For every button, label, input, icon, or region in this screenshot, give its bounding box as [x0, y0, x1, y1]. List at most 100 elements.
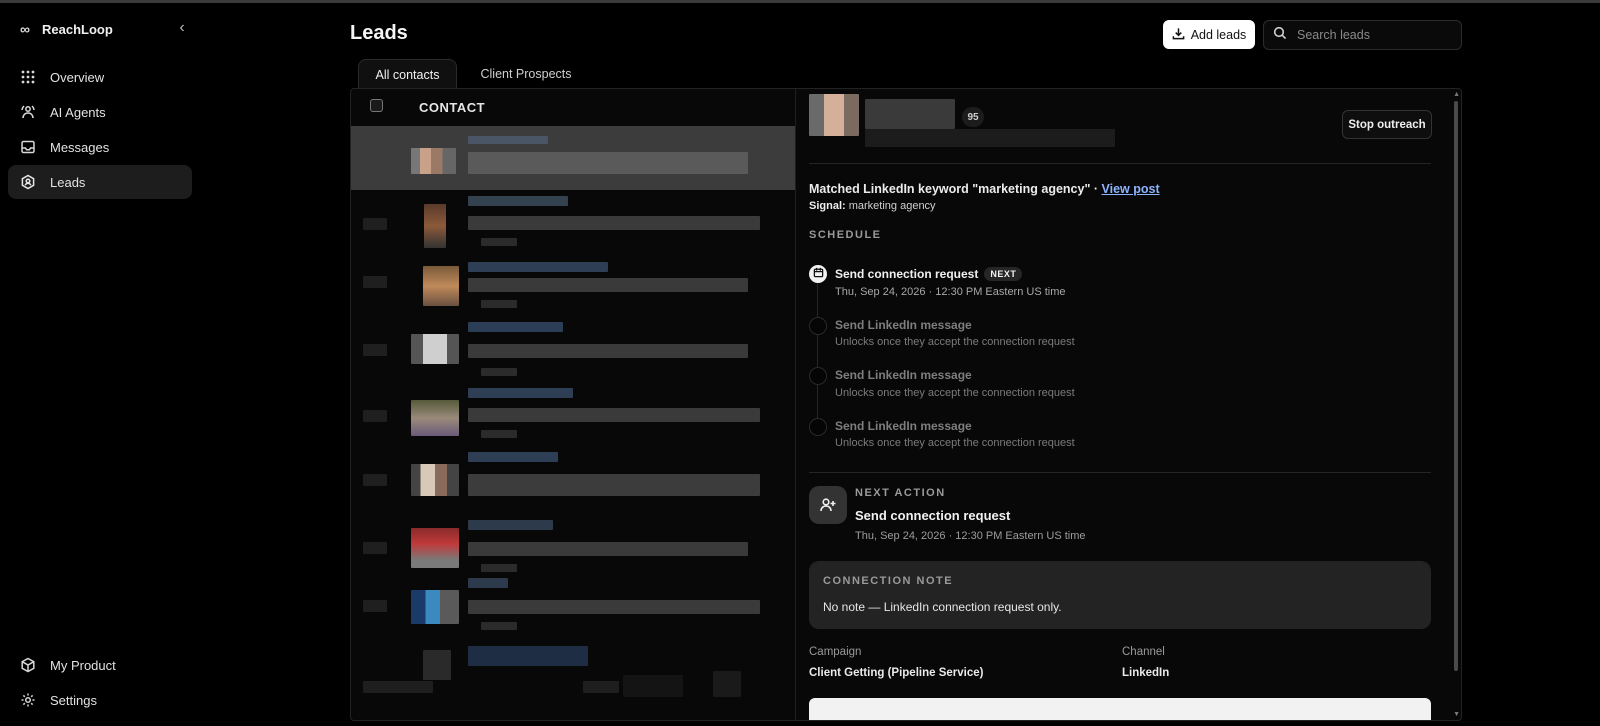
- redacted-meta: [481, 622, 517, 630]
- primary-action-button[interactable]: [809, 698, 1431, 720]
- app-name: ReachLoop: [41, 21, 113, 37]
- select-all-checkbox[interactable]: [370, 99, 383, 112]
- redacted-name: [468, 322, 563, 332]
- contacts-list: CONTACT: [351, 89, 796, 720]
- schedule-step-sub: Thu, Sep 24, 2026 · 12:30 PM Eastern US …: [835, 286, 1066, 298]
- redacted-checkbox: [363, 218, 387, 230]
- redacted-checkbox: [363, 600, 387, 612]
- tab-client-prospects[interactable]: Client Prospects: [470, 59, 582, 89]
- redacted-lead-name: [865, 99, 955, 129]
- match-text: Matched LinkedIn keyword "marketing agen…: [809, 182, 1102, 196]
- redacted-name: [468, 196, 568, 206]
- signal-value: marketing agency: [848, 200, 936, 212]
- sidebar-item-label: My Product: [50, 657, 116, 673]
- infinity-logo-icon: ∞: [20, 21, 30, 37]
- leads-icon: [20, 174, 36, 190]
- list-item[interactable]: [351, 512, 795, 576]
- search-input[interactable]: [1297, 28, 1447, 42]
- collapse-sidebar-icon[interactable]: ‹: [174, 19, 190, 37]
- sidebar-item-label: Settings: [50, 692, 97, 708]
- schedule-step-title: Send connection request NEXT: [835, 267, 1023, 281]
- campaign-value: Client Getting (Pipeline Service): [809, 667, 984, 679]
- window-top-border: [0, 0, 1600, 3]
- redacted-meta: [481, 300, 517, 308]
- add-user-icon: [809, 486, 847, 524]
- signal-label: Signal:: [809, 200, 846, 212]
- sidebar-item-label: Leads: [50, 174, 86, 190]
- list-item[interactable]: [351, 320, 795, 384]
- redacted-headline: [468, 216, 760, 230]
- view-post-link[interactable]: View post: [1101, 182, 1159, 196]
- sidebar-item-messages[interactable]: Messages: [8, 130, 192, 164]
- redacted-meta: [481, 430, 517, 438]
- sidebar-item-ai-agents[interactable]: AI Agents: [8, 95, 192, 129]
- tab-all-contacts[interactable]: All contacts: [358, 59, 457, 89]
- schedule-step-sub: Unlocks once they accept the connection …: [835, 387, 1075, 399]
- avatar: [411, 400, 459, 436]
- cube-icon: [20, 657, 36, 673]
- sidebar-item-leads[interactable]: Leads: [8, 165, 192, 199]
- connection-note-label: CONNECTION NOTE: [823, 575, 954, 587]
- avatar: [423, 650, 451, 680]
- list-header: CONTACT: [351, 89, 795, 126]
- redacted-headline: [468, 600, 760, 614]
- list-item[interactable]: [351, 126, 795, 190]
- redacted-name: [468, 646, 588, 666]
- avatar: [411, 334, 459, 364]
- channel-value: LinkedIn: [1122, 667, 1170, 679]
- step-dot: [809, 367, 827, 385]
- list-item[interactable]: [351, 448, 795, 512]
- list-item[interactable]: [351, 256, 795, 320]
- divider: [809, 472, 1431, 473]
- sidebar-item-my-product[interactable]: My Product: [8, 648, 192, 682]
- inbox-icon: [20, 139, 36, 155]
- match-reason: Matched LinkedIn keyword "marketing agen…: [809, 182, 1160, 196]
- redacted-headline: [468, 474, 760, 496]
- leads-panel: CONTACT 95 Stop outreach Matched LinkedI…: [350, 88, 1462, 721]
- sidebar-item-settings[interactable]: Settings: [8, 683, 192, 717]
- list-item[interactable]: [351, 192, 795, 256]
- redacted-name: [468, 578, 508, 588]
- redacted-checkbox: [363, 410, 387, 422]
- stop-outreach-button[interactable]: Stop outreach: [1342, 110, 1432, 139]
- scroll-up-arrow[interactable]: ▲: [1453, 91, 1460, 98]
- search-box[interactable]: [1263, 20, 1462, 50]
- list-item[interactable]: [351, 576, 795, 640]
- sidebar-nav: Overview AI Agents Messages Leads: [8, 60, 192, 200]
- redacted-name: [468, 452, 558, 462]
- sidebar-item-label: Overview: [50, 69, 105, 85]
- schedule-step-sub: Unlocks once they accept the connection …: [835, 437, 1075, 449]
- lead-detail: 95 Stop outreach Matched LinkedIn keywor…: [797, 89, 1461, 720]
- avatar: [411, 528, 459, 568]
- agents-icon: [20, 104, 36, 120]
- avatar: [411, 148, 456, 174]
- redacted-checkbox: [363, 344, 387, 356]
- schedule-heading: SCHEDULE: [809, 229, 882, 241]
- sidebar: ∞ ReachLoop ‹ Overview AI Agents Message…: [0, 3, 200, 726]
- scrollbar-thumb[interactable]: [1454, 101, 1458, 671]
- redacted-headline: [468, 344, 748, 358]
- channel-label: Channel: [1122, 646, 1165, 658]
- search-icon: [1273, 26, 1287, 45]
- gear-icon: [20, 692, 36, 708]
- next-action-label: NEXT ACTION: [855, 487, 946, 499]
- campaign-label: Campaign: [809, 646, 862, 658]
- signal-line: Signal: marketing agency: [809, 200, 936, 212]
- scroll-down-arrow[interactable]: ▼: [1453, 711, 1460, 718]
- grid-icon: [20, 69, 36, 85]
- redacted-name: [468, 520, 553, 530]
- redacted-meta: [481, 564, 517, 572]
- step-dot: [809, 418, 827, 436]
- add-leads-label: Add leads: [1190, 27, 1247, 42]
- connection-note-text: No note — LinkedIn connection request on…: [823, 600, 1062, 614]
- redacted-headline: [468, 152, 748, 174]
- redacted-checkbox: [363, 542, 387, 554]
- divider: [809, 163, 1431, 164]
- add-leads-button[interactable]: Add leads: [1163, 20, 1255, 49]
- redacted-name: [468, 388, 573, 398]
- redacted-name: [468, 262, 608, 272]
- download-icon: [1172, 27, 1185, 43]
- list-item[interactable]: [351, 384, 795, 448]
- lead-score-badge: 95: [962, 107, 984, 127]
- sidebar-item-overview[interactable]: Overview: [8, 60, 192, 94]
